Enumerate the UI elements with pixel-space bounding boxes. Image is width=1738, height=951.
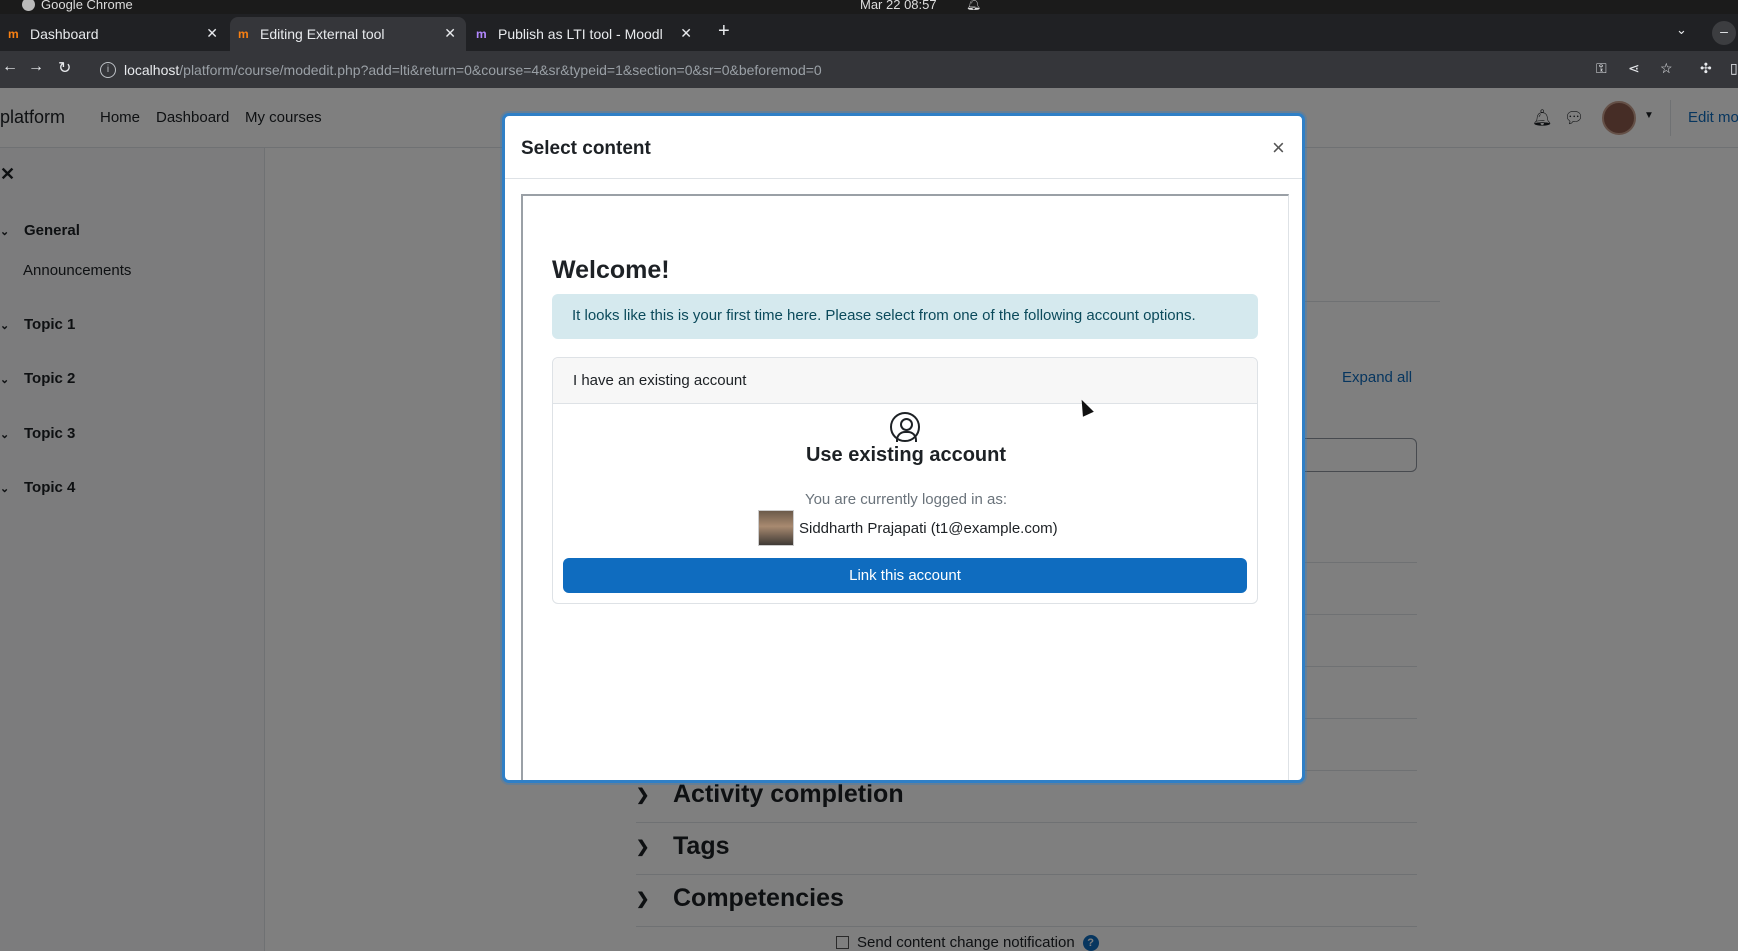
tab-close-icon[interactable]: ✕ — [680, 25, 692, 42]
existing-account-card: I have an existing account Use existing … — [552, 357, 1258, 604]
extensions-puzzle-icon[interactable]: ✣ — [1700, 60, 1712, 77]
os-app-name: Google Chrome — [41, 0, 133, 12]
browser-tab-strip: m Dashboard ✕ m Editing External tool ✕ … — [0, 14, 1738, 51]
site-info-icon[interactable]: i — [100, 61, 116, 78]
browser-tab-dashboard[interactable]: m Dashboard ✕ — [0, 17, 228, 51]
bookmark-star-icon[interactable]: ☆ — [1660, 60, 1673, 77]
card-header: I have an existing account — [553, 358, 1257, 404]
os-clock[interactable]: Mar 22 08:57 — [860, 0, 937, 12]
link-account-button[interactable]: Link this account — [563, 558, 1247, 593]
address-bar[interactable]: i localhost/platform/course/modedit.php?… — [90, 55, 1570, 84]
logged-in-label: You are currently logged in as: — [804, 491, 1008, 508]
tab-label: Dashboard — [30, 26, 99, 42]
select-content-modal: Select content × Welcome! It looks like … — [502, 113, 1305, 783]
chrome-icon — [22, 0, 35, 11]
browser-tab-publish-lti[interactable]: m Publish as LTI tool - Moodl ✕ — [468, 17, 702, 51]
new-tab-plus-icon[interactable]: + — [718, 20, 730, 43]
forward-arrow-icon[interactable]: → — [28, 58, 44, 76]
browser-tab-editing-external-tool[interactable]: m Editing External tool ✕ — [230, 17, 466, 51]
card-title: Use existing account — [805, 444, 1007, 466]
modal-title: Select content — [521, 138, 651, 159]
tab-close-icon[interactable]: ✕ — [206, 25, 218, 42]
reload-icon[interactable]: ↻ — [58, 58, 71, 78]
back-arrow-icon[interactable]: ← — [2, 58, 18, 76]
modal-header-divider — [505, 178, 1302, 179]
side-panel-icon[interactable]: ▯ — [1730, 60, 1738, 77]
user-name-email: Siddharth Prajapati (t1@example.com) — [799, 519, 1058, 537]
moodle-purple-icon: m — [476, 27, 487, 41]
share-icon[interactable]: ⋖ — [1628, 60, 1640, 77]
browser-toolbar: ← → ↻ i localhost/platform/course/modedi… — [0, 51, 1738, 88]
window-minimize-icon[interactable]: – — [1712, 21, 1736, 45]
key-icon[interactable]: ⚿ — [1596, 60, 1607, 77]
os-app-indicator[interactable]: Google Chrome — [22, 0, 133, 12]
welcome-heading: Welcome! — [552, 256, 670, 284]
current-user: Siddharth Prajapati (t1@example.com) — [758, 510, 1058, 546]
content-selection-frame: Welcome! It looks like this is your firs… — [521, 194, 1289, 780]
tab-label: Editing External tool — [260, 26, 385, 42]
tab-search-chevron-icon[interactable]: ⌄ — [1676, 22, 1687, 38]
user-circle-icon — [890, 412, 920, 442]
first-time-alert: It looks like this is your first time he… — [552, 294, 1258, 339]
url-path: /platform/course/modedit.php?add=lti&ret… — [179, 61, 822, 78]
moodle-icon: m — [8, 27, 19, 41]
modal-close-icon[interactable]: × — [1272, 135, 1285, 161]
os-notification-bell-icon[interactable]: 🔔︎ — [966, 0, 981, 11]
url-host: localhost — [124, 61, 180, 78]
tab-label: Publish as LTI tool - Moodl — [498, 26, 663, 42]
user-picture — [758, 510, 794, 546]
os-top-bar: Google Chrome Mar 22 08:57 🔔︎ — [0, 0, 1738, 14]
moodle-icon: m — [238, 27, 249, 41]
tab-close-icon[interactable]: ✕ — [444, 25, 456, 42]
